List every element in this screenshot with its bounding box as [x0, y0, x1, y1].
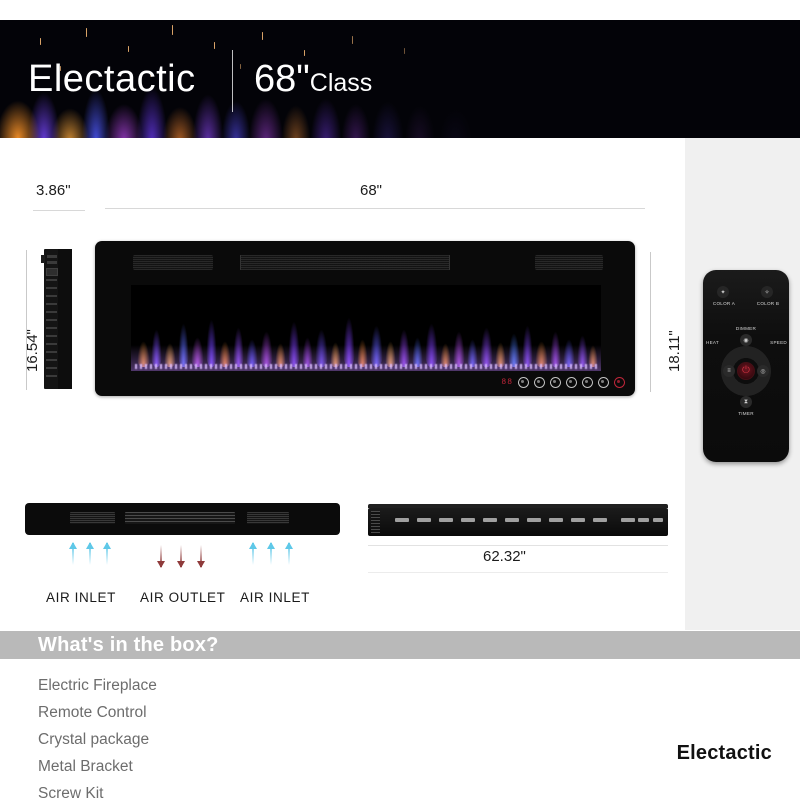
box-item-5: Screw Kit — [38, 785, 104, 802]
control-display: 88 — [501, 377, 513, 387]
flame-bed — [131, 299, 601, 371]
top-vent-center — [125, 512, 235, 524]
air-inlet-arrow-right-1 — [249, 542, 257, 565]
heat-label: HEAT — [706, 340, 719, 345]
depth-dimension-label: 3.86" — [36, 182, 71, 199]
control-icon-flame-color[interactable] — [534, 377, 545, 388]
air-outlet-arrow-1 — [157, 545, 165, 568]
side-slot-vents — [46, 279, 57, 383]
side-face-panel — [58, 249, 72, 389]
vent-center-frame — [240, 255, 450, 270]
control-icon-timer[interactable] — [598, 377, 609, 388]
fireplace-recess-view — [368, 508, 668, 536]
flame-display-screen — [131, 285, 601, 371]
fireplace-front-view: 88 — [95, 241, 635, 396]
header-banner: Electactic 68"Class — [0, 20, 800, 138]
dimmer-button[interactable]: ◉ — [740, 334, 752, 346]
banner-class-label: Class — [309, 69, 373, 97]
box-item-1: Electric Fireplace — [38, 677, 157, 694]
front-height-label: 18.11" — [666, 330, 683, 372]
side-vent-second — [47, 261, 57, 264]
speed-label: SPEED — [770, 340, 787, 345]
top-vent-left — [70, 512, 115, 524]
recess-width-label: 62.32" — [483, 548, 526, 565]
control-icon-speed[interactable] — [566, 377, 577, 388]
whats-in-box-list: Electric Fireplace Remote Control Crysta… — [38, 672, 157, 807]
top-vent-right — [247, 512, 289, 524]
flame-up-button[interactable]: ◎ — [757, 365, 769, 377]
product-infographic: Electactic 68"Class 3.86" 68" 16.54" 88 … — [0, 0, 800, 802]
air-inlet-arrow-left-1 — [69, 542, 77, 565]
side-vent-top — [47, 255, 57, 258]
box-item-2: Remote Control — [38, 704, 147, 721]
banner-brand: Electactic — [28, 58, 196, 100]
banner-size-value: 68" — [254, 58, 310, 100]
control-icon-mode[interactable] — [518, 377, 529, 388]
air-inlet-label-right: AIR INLET — [240, 590, 310, 605]
side-tab — [41, 255, 45, 263]
box-item-4: Metal Bracket — [38, 758, 133, 775]
color-a-icon[interactable]: ✦ — [717, 286, 729, 298]
timer-label: TIMER — [738, 411, 754, 416]
remote-control: ✦ COLOR A ✧ COLOR B DIMMER HEAT SPEED ◉ … — [703, 270, 789, 462]
air-outlet-label: AIR OUTLET — [140, 590, 226, 605]
control-icon-heat[interactable] — [582, 377, 593, 388]
air-outlet-arrow-3 — [197, 545, 205, 568]
power-icon: ⏻ — [742, 365, 750, 376]
fireplace-top-view — [25, 503, 340, 535]
banner-divider — [232, 50, 233, 112]
control-icon-brightness[interactable] — [550, 377, 561, 388]
color-a-label: COLOR A — [712, 301, 736, 306]
color-b-icon[interactable]: ✧ — [761, 286, 773, 298]
air-outlet-arrow-2 — [177, 545, 185, 568]
banner-size: 68"Class — [254, 60, 372, 98]
air-inlet-arrow-left-2 — [86, 542, 94, 565]
fireplace-side-profile — [41, 249, 72, 389]
box-item-3: Crystal package — [38, 731, 150, 748]
side-height-label: 16.54" — [24, 329, 41, 372]
air-inlet-arrow-right-3 — [285, 542, 293, 565]
color-b-label: COLOR B — [756, 301, 780, 306]
vent-grille-right — [535, 255, 603, 270]
dimmer-label: DIMMER — [735, 326, 757, 331]
whats-in-box-title: What's in the box? — [38, 634, 219, 656]
control-power-icon[interactable] — [614, 377, 625, 388]
side-junction-box — [46, 268, 58, 276]
width-dimension-label: 68" — [360, 182, 383, 199]
crystal-bed — [135, 364, 597, 369]
footer-brand: Electactic — [676, 742, 772, 764]
vent-grille-left — [133, 255, 213, 270]
recess-end-vent — [371, 511, 380, 533]
remote-power-button[interactable]: ⏻ — [737, 362, 755, 380]
timer-button[interactable]: ⧗ — [740, 396, 752, 408]
air-inlet-label-left: AIR INLET — [46, 590, 116, 605]
air-inlet-arrow-right-2 — [267, 542, 275, 565]
flame-down-button[interactable]: ≡ — [723, 365, 735, 377]
air-inlet-arrow-left-3 — [103, 542, 111, 565]
control-panel-strip[interactable]: 88 — [501, 377, 625, 388]
